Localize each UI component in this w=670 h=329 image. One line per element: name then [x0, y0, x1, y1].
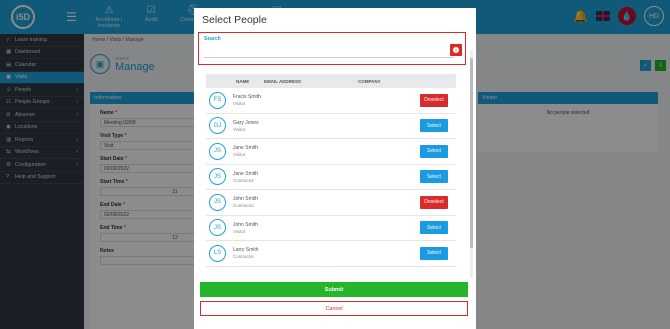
person-role: Visitor — [233, 126, 246, 132]
select-button[interactable]: Select — [420, 170, 448, 184]
list-scrollbar[interactable] — [470, 50, 473, 278]
person-name: Fracis Smith — [233, 94, 261, 101]
list-header: NAME EMAIL ADDRESS COMPANY — [206, 74, 456, 88]
list-item: JS Jane Smith Contractor Select — [206, 165, 456, 190]
person-info: John Smith Contractor — [233, 196, 258, 208]
search-icon: ⌕ — [453, 47, 459, 53]
person-role: Contractor — [233, 254, 255, 260]
person-name: Jane Smith — [233, 145, 259, 152]
person-role: Visitor — [233, 152, 246, 158]
select-button[interactable]: Select — [420, 221, 448, 235]
submit-button[interactable]: Submit — [200, 282, 468, 297]
deselect-button[interactable]: Deselect — [420, 195, 448, 209]
person-name: Larry Smith — [233, 247, 259, 254]
search-label: Search — [204, 36, 221, 42]
column-name: NAME — [236, 78, 250, 84]
select-button[interactable]: Select — [420, 144, 448, 158]
people-list[interactable]: NAME EMAIL ADDRESS COMPANY FS Fracis Smit… — [206, 74, 456, 277]
person-name: Gary Jones — [233, 119, 259, 126]
list-item: JS John Smith Visitor Select — [206, 216, 456, 241]
person-info: Gary Jones Visitor — [233, 120, 259, 132]
person-role: Visitor — [233, 101, 246, 107]
person-avatar: JS — [209, 142, 226, 160]
list-item: JS Jane Smith Visitor Select — [206, 139, 456, 165]
search-box: Search ⌕ — [198, 32, 466, 65]
person-avatar: GJ — [209, 117, 226, 135]
cancel-button[interactable]: Cancel — [200, 301, 468, 316]
person-info: Jane Smith Visitor — [233, 145, 258, 157]
person-name: Jane Smith — [233, 170, 259, 177]
search-input[interactable] — [204, 44, 454, 58]
list-item: LS Larry Smith Contractor Select — [206, 241, 456, 267]
person-avatar: JS — [209, 193, 226, 211]
column-company: COMPANY — [358, 78, 381, 84]
list-item: FS Fracis Smith Visitor Deselect — [206, 88, 456, 114]
person-avatar: FS — [209, 91, 226, 109]
scrollbar-thumb[interactable] — [470, 58, 473, 248]
list-item: JS John Smith Contractor Deselect — [206, 190, 456, 216]
person-avatar: LS — [209, 244, 226, 262]
select-button[interactable]: Select — [420, 246, 448, 260]
select-people-modal: Select People Search ⌕ NAME EMAIL ADDRES… — [194, 8, 476, 329]
column-email: EMAIL ADDRESS — [264, 78, 302, 84]
deselect-button[interactable]: Deselect — [420, 93, 448, 107]
person-avatar: JS — [209, 219, 226, 237]
person-role: Contractor — [233, 177, 255, 183]
person-info: Jane Smith Contractor — [233, 171, 258, 183]
modal-title: Select People — [202, 14, 267, 26]
person-info: Fracis Smith Visitor — [233, 94, 261, 106]
person-role: Contractor — [233, 203, 255, 209]
select-button[interactable]: Select — [420, 119, 448, 133]
search-button[interactable]: ⌕ — [450, 44, 462, 56]
person-name: John Smith — [233, 196, 259, 203]
list-item: GJ Gary Jones Visitor Select — [206, 114, 456, 139]
person-name: John Smith — [233, 221, 259, 228]
person-info: Larry Smith Contractor — [233, 247, 259, 259]
person-avatar: JS — [209, 168, 226, 186]
person-info: John Smith Visitor — [233, 222, 258, 234]
person-role: Visitor — [233, 228, 246, 234]
